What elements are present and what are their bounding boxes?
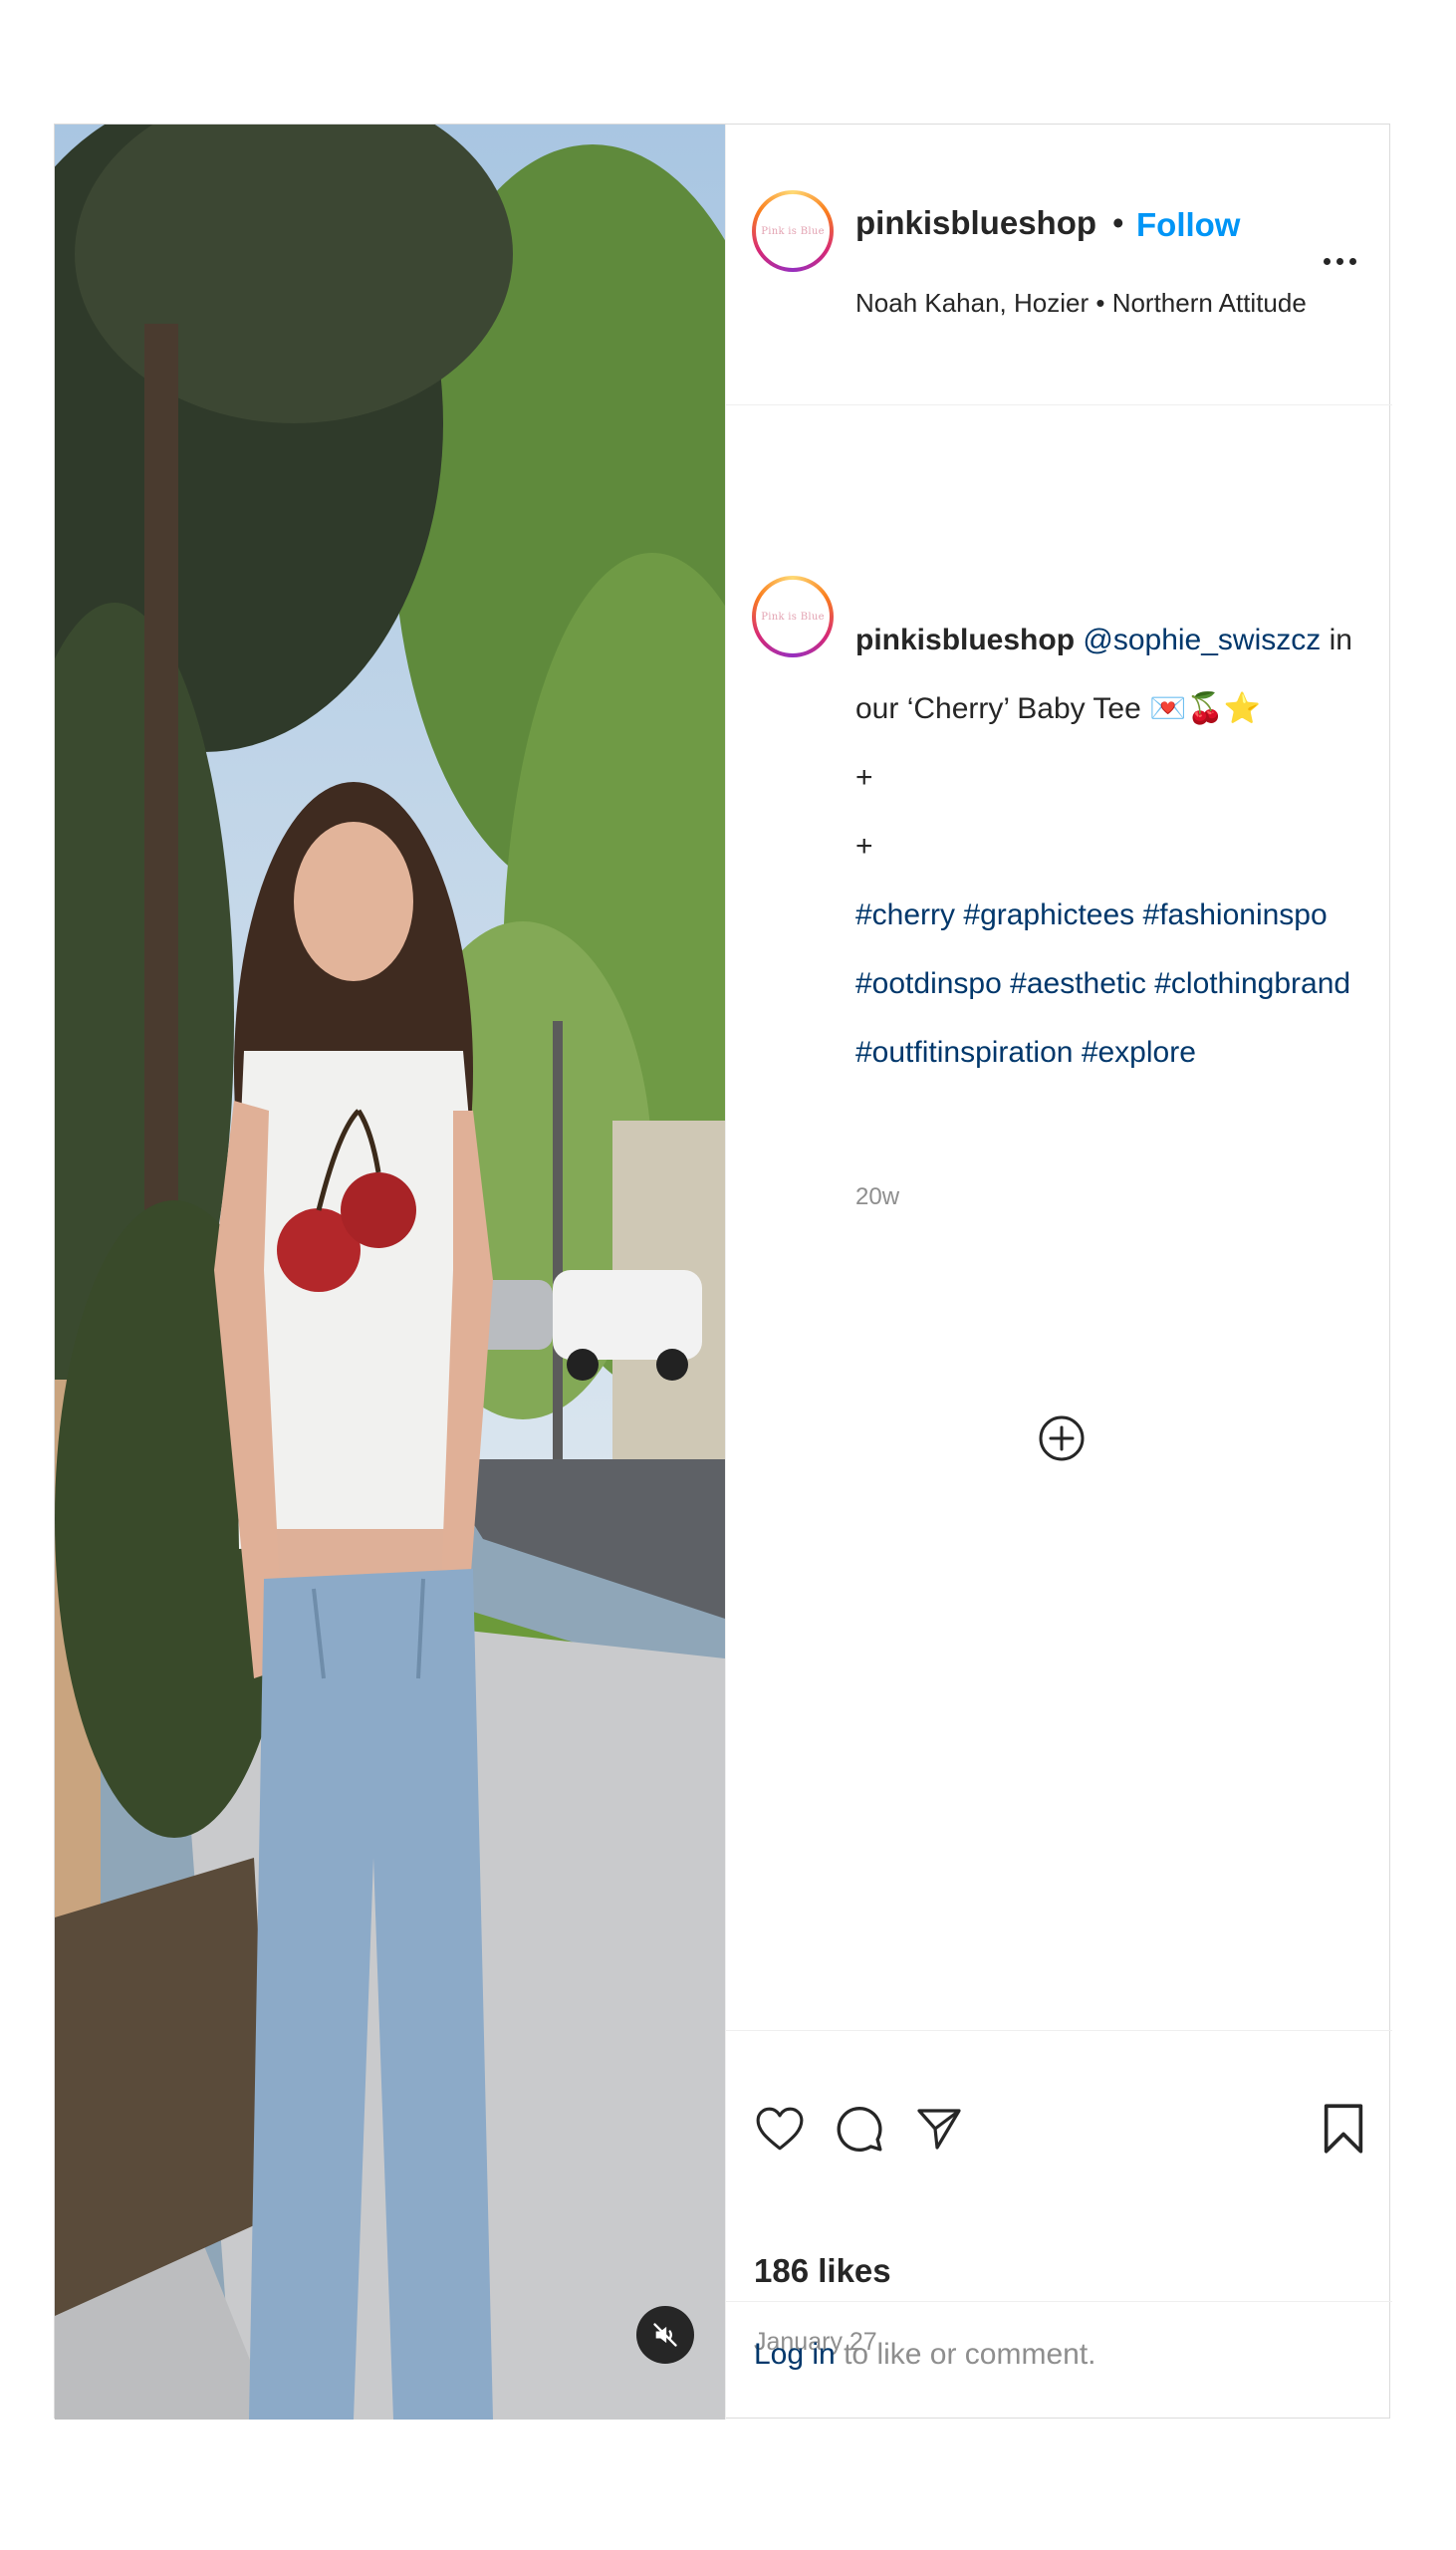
mute-toggle-button[interactable]: [636, 2306, 694, 2364]
header-separator: •: [1112, 204, 1124, 241]
caption-timestamp[interactable]: 20w: [855, 1183, 899, 1211]
more-options-icon[interactable]: [1318, 249, 1361, 273]
load-more-comments-button[interactable]: [1038, 1414, 1086, 1462]
caption-text: +: [855, 830, 873, 863]
caption-text: our ‘Cherry’ Baby Tee 💌🍒⭐: [855, 692, 1262, 725]
account-username[interactable]: pinkisblueshop: [855, 204, 1096, 242]
hashtag-link[interactable]: #fashioninspo: [1143, 898, 1328, 931]
caption-mention-link[interactable]: @sophie_swiszcz: [1083, 624, 1321, 656]
plus-circle-icon: [1039, 1415, 1085, 1461]
hashtag-link[interactable]: #ootdinspo: [855, 967, 1002, 1000]
caption-text: in: [1321, 624, 1352, 656]
post-details-panel: Pink is Blue pinkisblueshop • Follow Noa…: [725, 125, 1392, 2420]
like-button[interactable]: [752, 2089, 808, 2168]
audio-track-link[interactable]: Noah Kahan, Hozier • Northern Attitude: [855, 288, 1307, 319]
hashtag-link[interactable]: #graphictees: [963, 898, 1134, 931]
hashtag-link[interactable]: #explore: [1082, 1036, 1196, 1069]
post-caption: pinkisblueshop @sophie_swiszcz in our ‘C…: [855, 606, 1353, 1087]
hashtag-link[interactable]: #clothingbrand: [1154, 967, 1350, 1000]
bookmark-icon: [1324, 2104, 1363, 2154]
save-button[interactable]: [1316, 2089, 1371, 2168]
caption-avatar[interactable]: Pink is Blue: [752, 576, 834, 657]
post-video[interactable]: [55, 125, 725, 2420]
action-icons-row: [752, 2089, 1369, 2168]
heart-icon: [756, 2107, 804, 2151]
login-prompt: Log in to like or comment.: [726, 2301, 1392, 2420]
likes-count[interactable]: 186 likes: [754, 2252, 891, 2290]
caption-text: +: [855, 761, 873, 794]
avatar-logo-text: Pink is Blue: [761, 225, 825, 237]
login-prompt-text: to like or comment.: [835, 2338, 1096, 2371]
caption-username[interactable]: pinkisblueshop: [855, 624, 1075, 656]
comment-button[interactable]: [832, 2089, 887, 2168]
speaker-muted-icon: [653, 2323, 677, 2347]
follow-button[interactable]: Follow: [1136, 206, 1240, 244]
post-card: Pink is Blue pinkisblueshop • Follow Noa…: [54, 124, 1392, 2420]
share-button[interactable]: [911, 2089, 967, 2168]
comment-icon: [837, 2107, 882, 2152]
hashtag-link[interactable]: #cherry: [855, 898, 955, 931]
hashtag-link[interactable]: #aesthetic: [1010, 967, 1146, 1000]
avatar-logo-text: Pink is Blue: [761, 611, 825, 623]
login-link[interactable]: Log in: [754, 2338, 836, 2371]
video-frame-illustration: [55, 125, 725, 2420]
send-icon: [917, 2109, 961, 2150]
post-header: Pink is Blue pinkisblueshop • Follow Noa…: [726, 125, 1392, 405]
account-avatar[interactable]: Pink is Blue: [752, 190, 834, 272]
comments-section: Pink is Blue pinkisblueshop @sophie_swis…: [726, 406, 1392, 2030]
hashtag-link[interactable]: #outfitinspiration: [855, 1036, 1073, 1069]
